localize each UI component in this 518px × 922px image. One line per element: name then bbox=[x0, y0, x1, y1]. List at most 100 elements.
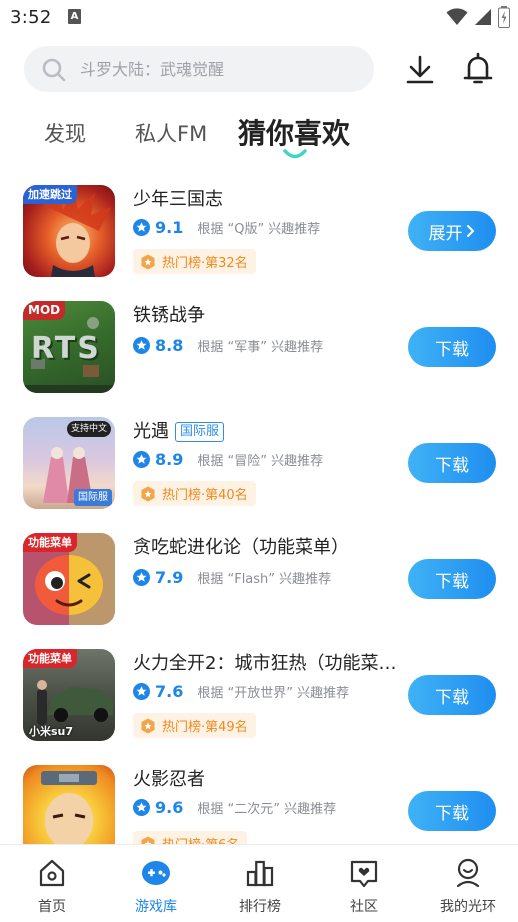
status-indicators bbox=[446, 6, 510, 28]
search-row bbox=[0, 46, 518, 92]
recommend-reason: 根据 “Flash” 兴趣推荐 bbox=[197, 571, 332, 587]
list-item[interactable]: 支持中文 国际服 光遇 国际服 8.9 根据 “冒险” 兴趣推荐 热门榜·第40名… bbox=[0, 408, 518, 524]
app-title[interactable]: 火影忍者 bbox=[133, 765, 205, 791]
hot-rank-text: 热门榜·第49名 bbox=[162, 720, 248, 735]
expand-button[interactable]: 展开 bbox=[408, 211, 496, 251]
nav-label: 我的光环 bbox=[440, 899, 496, 915]
server-tag: 国际服 bbox=[175, 422, 225, 442]
community-icon bbox=[350, 860, 378, 888]
rusted-warfare-icon[interactable]: MOD RTS bbox=[23, 301, 115, 393]
download-button[interactable]: 下载 bbox=[408, 327, 496, 367]
hot-rank-badge[interactable]: 热门榜·第32名 bbox=[133, 249, 256, 274]
shaonian-sanguozhi-icon[interactable]: 加速跳过 bbox=[23, 185, 115, 277]
icon-badge: 加速跳过 bbox=[23, 185, 77, 204]
wifi-icon bbox=[446, 8, 468, 25]
nav-community[interactable]: 社区 bbox=[312, 845, 416, 922]
hot-rank-badge[interactable]: 热门榜·第49名 bbox=[133, 713, 256, 738]
download-button[interactable]: 下载 bbox=[408, 443, 496, 483]
app-title[interactable]: 火力全开2：城市狂热（功能菜单） bbox=[133, 649, 403, 675]
tab-personal-fm[interactable]: 私人FM bbox=[135, 118, 207, 148]
rating-row: 7.6 根据 “开放世界” 兴趣推荐 bbox=[133, 681, 349, 701]
list-item[interactable]: 火影忍者 9.6 根据 “二次元” 兴趣推荐 热门榜·第6名 下载 bbox=[0, 756, 518, 844]
rating-row: 8.8 根据 “军事” 兴趣推荐 bbox=[133, 335, 323, 355]
list-item[interactable]: 功能菜单 贪吃蛇进化论（功能菜单） 7.9 根据 “Flash” 兴趣推荐 下载 bbox=[0, 524, 518, 640]
rating-score: 7.6 bbox=[155, 681, 184, 701]
rating-row: 9.1 根据 “Q版” 兴趣推荐 bbox=[133, 217, 320, 237]
home-icon bbox=[39, 859, 65, 887]
notification-a-icon: A bbox=[68, 9, 81, 24]
icon-badge: MOD bbox=[23, 301, 66, 320]
rating-row: 7.9 根据 “Flash” 兴趣推荐 bbox=[133, 567, 331, 587]
star-icon bbox=[133, 450, 150, 468]
download-button[interactable]: 下载 bbox=[408, 791, 496, 831]
download-button[interactable]: 下载 bbox=[408, 675, 496, 715]
chevron-right-icon bbox=[466, 225, 474, 237]
icon-title-text: RTS bbox=[31, 331, 101, 366]
download-button[interactable] bbox=[402, 51, 438, 87]
tab-discover[interactable]: 发现 bbox=[44, 118, 86, 148]
rating-row: 9.6 根据 “二次元” 兴趣推荐 bbox=[133, 797, 336, 817]
nav-label: 社区 bbox=[350, 899, 378, 915]
naruto-icon[interactable] bbox=[23, 765, 115, 844]
app-title[interactable]: 少年三国志 bbox=[133, 185, 223, 211]
status-bar: 3:52 A bbox=[0, 0, 518, 36]
list-item[interactable]: 加速跳过 少年三国志 9.1 根据 “Q版” 兴趣推荐 热门榜·第32名 展开 bbox=[0, 176, 518, 292]
nav-ranking[interactable]: 排行榜 bbox=[208, 845, 312, 922]
nav-game-library[interactable]: 游戏库 bbox=[104, 845, 208, 922]
ranking-icon bbox=[246, 860, 274, 887]
search-box[interactable] bbox=[24, 46, 374, 92]
recommend-list: 加速跳过 少年三国志 9.1 根据 “Q版” 兴趣推荐 热门榜·第32名 展开 … bbox=[0, 176, 518, 844]
rating-score: 9.6 bbox=[155, 797, 184, 817]
rating-score: 8.8 bbox=[155, 335, 184, 355]
nav-profile[interactable]: 我的光环 bbox=[416, 845, 518, 922]
icon-badge: 功能菜单 bbox=[23, 533, 77, 552]
icon-caption: 小米su7 bbox=[29, 725, 74, 738]
list-item[interactable]: 功能菜单 小米su7 火力全开2：城市狂热（功能菜单） 7.6 根据 “开放世界… bbox=[0, 640, 518, 756]
nav-label: 游戏库 bbox=[135, 899, 177, 915]
profile-icon bbox=[456, 858, 480, 888]
nav-label: 首页 bbox=[38, 899, 66, 915]
star-icon bbox=[133, 218, 150, 236]
signal-icon bbox=[475, 9, 491, 25]
nav-home[interactable]: 首页 bbox=[0, 845, 104, 922]
star-icon bbox=[133, 682, 150, 700]
recommend-reason: 根据 “二次元” 兴趣推荐 bbox=[197, 801, 337, 817]
naruto-artwork bbox=[41, 771, 97, 844]
gamepad-icon bbox=[142, 861, 170, 885]
medal-icon bbox=[141, 254, 155, 269]
star-icon bbox=[133, 568, 150, 586]
search-icon bbox=[42, 58, 66, 82]
recommend-reason: 根据 “开放世界” 兴趣推荐 bbox=[197, 685, 350, 701]
hot-rank-text: 热门榜·第6名 bbox=[162, 834, 239, 844]
recommend-reason: 根据 “Q版” 兴趣推荐 bbox=[197, 221, 321, 237]
search-input[interactable] bbox=[80, 46, 360, 92]
sky-icon[interactable]: 支持中文 国际服 bbox=[23, 417, 115, 509]
tab-guess-you-like[interactable]: 猜你喜欢 bbox=[238, 112, 350, 152]
app-title[interactable]: 铁锈战争 bbox=[133, 301, 205, 327]
app-title[interactable]: 贪吃蛇进化论（功能菜单） bbox=[133, 533, 349, 559]
download-icon bbox=[406, 55, 434, 84]
tab-bar: 发现 私人FM 猜你喜欢 bbox=[0, 110, 518, 160]
notification-button[interactable] bbox=[460, 51, 496, 87]
recommend-reason: 根据 “军事” 兴趣推荐 bbox=[197, 339, 324, 355]
star-icon bbox=[133, 798, 150, 816]
app-title[interactable]: 光遇 国际服 bbox=[133, 417, 225, 443]
bell-icon bbox=[463, 52, 493, 84]
rating-score: 8.9 bbox=[155, 449, 184, 469]
medal-icon bbox=[141, 836, 155, 844]
hot-rank-text: 热门榜·第40名 bbox=[162, 488, 248, 503]
icon-badge: 功能菜单 bbox=[23, 649, 77, 668]
star-icon bbox=[133, 336, 150, 354]
full-firepower-icon[interactable]: 功能菜单 小米su7 bbox=[23, 649, 115, 741]
hot-rank-badge[interactable]: 热门榜·第40名 bbox=[133, 481, 256, 506]
snake-evolution-icon[interactable]: 功能菜单 bbox=[23, 533, 115, 625]
rating-row: 8.9 根据 “冒险” 兴趣推荐 bbox=[133, 449, 323, 469]
list-item[interactable]: MOD RTS 铁锈战争 8.8 根据 “军事” 兴趣推荐 下载 bbox=[0, 292, 518, 408]
icon-bottom-badge: 国际服 bbox=[74, 489, 112, 506]
rating-score: 9.1 bbox=[155, 217, 184, 237]
tab-active-indicator bbox=[283, 149, 307, 159]
battery-icon bbox=[498, 6, 510, 28]
hot-rank-badge[interactable]: 热门榜·第6名 bbox=[133, 831, 248, 844]
download-button[interactable]: 下载 bbox=[408, 559, 496, 599]
medal-icon bbox=[141, 486, 155, 501]
